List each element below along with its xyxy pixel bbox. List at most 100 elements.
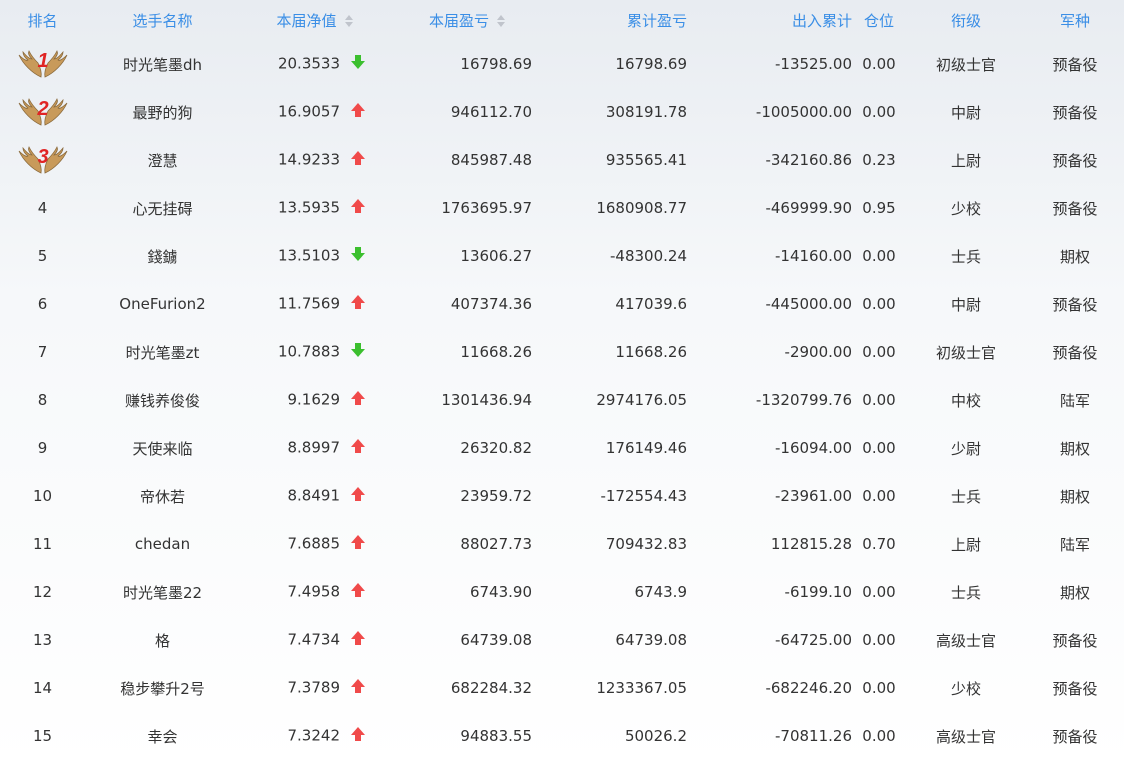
header-name[interactable]: 选手名称 xyxy=(85,0,240,40)
player-name[interactable]: 时光笔墨22 xyxy=(85,568,240,616)
table-row[interactable]: 6 OneFurion2 11.7569 407374.36 417039.6 -4450… xyxy=(0,280,1124,328)
nav-value: 11.7569 xyxy=(277,294,340,313)
title-cell: 少尉 xyxy=(950,439,981,458)
header-rank[interactable]: 排名 xyxy=(0,0,85,40)
player-name[interactable]: 帝休若 xyxy=(85,472,240,520)
arrow-down-icon xyxy=(350,342,366,362)
cum-pnl-cell: 16798.69 xyxy=(615,55,687,73)
title-cell: 初级士官 xyxy=(935,343,996,362)
table-row[interactable]: 4 心无挂碍 13.5935 1763695.97 1680908.77 -469999.… xyxy=(0,184,1124,232)
arrow-up-icon xyxy=(350,150,366,170)
cum-pnl-cell: 1233367.05 xyxy=(596,679,687,697)
player-name[interactable]: 最野的狗 xyxy=(85,88,240,136)
player-name[interactable]: 心无挂碍 xyxy=(85,184,240,232)
nav-cell: 10.7883 xyxy=(240,328,380,376)
nav-cell: 7.6885 xyxy=(240,520,380,568)
table-row[interactable]: 9 天使来临 8.8997 26320.82 176149.46 -16094.00 0.0… xyxy=(0,424,1124,472)
branch-cell: 预备役 xyxy=(1052,295,1098,314)
header-cum-pnl[interactable]: 累计盈亏 xyxy=(535,0,690,40)
cum-pnl-cell: 50026.2 xyxy=(624,727,687,745)
nav-cell: 20.3533 xyxy=(240,40,380,88)
pnl-cell: 11668.26 xyxy=(460,343,532,361)
header-flow[interactable]: 出入累计 xyxy=(690,0,852,40)
flow-cell: -1005000.00 xyxy=(755,103,852,121)
table-row[interactable]: 3 澄慧 14.9233 845987.48 935565.41 -342160.86 0.… xyxy=(0,136,1124,184)
rank-cell: 12 xyxy=(0,568,85,616)
title-cell: 高级士官 xyxy=(935,631,996,650)
table-row[interactable]: 1 时光笔墨dh 20.3533 16798.69 16798.69 -13525.00 0… xyxy=(0,40,1124,88)
table-row[interactable]: 2 最野的狗 16.9057 946112.70 308191.78 -1005000.0… xyxy=(0,88,1124,136)
arrow-down-icon xyxy=(350,246,366,266)
rank-cell: 4 xyxy=(0,184,85,232)
player-name[interactable]: 格 xyxy=(85,616,240,664)
rank-number: 13 xyxy=(32,631,53,649)
flow-cell: -2900.00 xyxy=(784,343,852,361)
player-name[interactable]: 澄慧 xyxy=(85,136,240,184)
cum-pnl-cell: 1680908.77 xyxy=(596,199,687,217)
table-row[interactable]: 11 chedan 7.6885 88027.73 709432.83 112815.28… xyxy=(0,520,1124,568)
rank-number: 9 xyxy=(37,439,48,457)
position-cell: 0.00 xyxy=(862,631,896,649)
pnl-cell: 94883.55 xyxy=(460,727,532,745)
cum-pnl-cell: 308191.78 xyxy=(605,103,687,121)
rank-number: 4 xyxy=(37,199,48,217)
player-name[interactable]: 幸会 xyxy=(85,712,240,760)
header-nav-sortable[interactable]: 本届净值 xyxy=(240,0,380,40)
player-name[interactable]: 时光笔墨zt xyxy=(85,328,240,376)
pnl-cell: 1763695.97 xyxy=(441,199,532,217)
player-name[interactable]: 天使来临 xyxy=(85,424,240,472)
pnl-cell: 6743.90 xyxy=(469,583,532,601)
nav-value: 13.5103 xyxy=(277,246,340,265)
player-name[interactable]: 赚钱养俊俊 xyxy=(85,376,240,424)
sort-icon[interactable] xyxy=(497,15,506,27)
rank-cell: 9 xyxy=(0,424,85,472)
rank-number: 5 xyxy=(37,247,48,265)
table-row[interactable]: 14 稳步攀升2号 7.3789 682284.32 1233367.05 -682246… xyxy=(0,664,1124,712)
rank-number: 7 xyxy=(37,343,48,361)
player-name[interactable]: OneFurion2 xyxy=(85,280,240,328)
arrow-up-icon xyxy=(350,198,366,218)
arrow-up-icon xyxy=(350,438,366,458)
position-cell: 0.00 xyxy=(862,487,896,505)
table-row[interactable]: 10 帝休若 8.8491 23959.72 -172554.43 -23961.00 0.… xyxy=(0,472,1124,520)
player-name[interactable]: 稳步攀升2号 xyxy=(85,664,240,712)
header-pnl-sortable[interactable]: 本届盈亏 xyxy=(380,0,535,40)
branch-cell: 预备役 xyxy=(1052,55,1098,74)
player-name[interactable]: 錢鐪 xyxy=(85,232,240,280)
branch-cell: 预备役 xyxy=(1052,199,1098,218)
ranking-table: 排名 选手名称 本届净值 本届盈亏 累计盈亏 出入累计 仓位 衔级 军种 1 时光… xyxy=(0,0,1124,760)
title-cell: 上尉 xyxy=(950,535,981,554)
branch-cell: 预备役 xyxy=(1052,103,1098,122)
player-name[interactable]: chedan xyxy=(85,520,240,568)
nav-value: 8.8997 xyxy=(287,438,341,457)
pnl-cell: 64739.08 xyxy=(460,631,532,649)
header-title[interactable]: 衔级 xyxy=(906,0,1026,40)
table-row[interactable]: 12 时光笔墨22 7.4958 6743.90 6743.9 -6199.10 0.00 士… xyxy=(0,568,1124,616)
position-cell: 0.00 xyxy=(862,295,896,313)
position-cell: 0.23 xyxy=(862,151,896,169)
pnl-cell: 16798.69 xyxy=(460,55,532,73)
player-name[interactable]: 时光笔墨dh xyxy=(85,40,240,88)
table-row[interactable]: 8 赚钱养俊俊 9.1629 1301436.94 2974176.05 -1320799… xyxy=(0,376,1124,424)
header-branch[interactable]: 军种 xyxy=(1026,0,1124,40)
table-header: 排名 选手名称 本届净值 本届盈亏 累计盈亏 出入累计 仓位 衔级 军种 xyxy=(0,0,1124,40)
nav-value: 20.3533 xyxy=(277,54,340,73)
nav-cell: 8.8491 xyxy=(240,472,380,520)
wing-medal-icon: 2 xyxy=(18,98,67,126)
title-cell: 上尉 xyxy=(950,151,981,170)
nav-value: 10.7883 xyxy=(277,342,340,361)
rank-number: 14 xyxy=(32,679,53,697)
table-row[interactable]: 7 时光笔墨zt 10.7883 11668.26 11668.26 -2900.00 0.… xyxy=(0,328,1124,376)
nav-value: 14.9233 xyxy=(277,150,340,169)
flow-cell: 112815.28 xyxy=(770,535,852,553)
sort-icon[interactable] xyxy=(344,15,354,27)
nav-cell: 7.3789 xyxy=(240,664,380,712)
wing-medal-icon: 3 xyxy=(18,146,67,174)
rank-number: 3 xyxy=(37,146,48,168)
table-row[interactable]: 15 幸会 7.3242 94883.55 50026.2 -70811.26 0.00 高级… xyxy=(0,712,1124,760)
header-position[interactable]: 仓位 xyxy=(852,0,906,40)
table-row[interactable]: 5 錢鐪 13.5103 13606.27 -48300.24 -14160.00 0.00… xyxy=(0,232,1124,280)
position-cell: 0.00 xyxy=(862,679,896,697)
table-row[interactable]: 13 格 7.4734 64739.08 64739.08 -64725.00 0.00 高级… xyxy=(0,616,1124,664)
rank-cell: 8 xyxy=(0,376,85,424)
